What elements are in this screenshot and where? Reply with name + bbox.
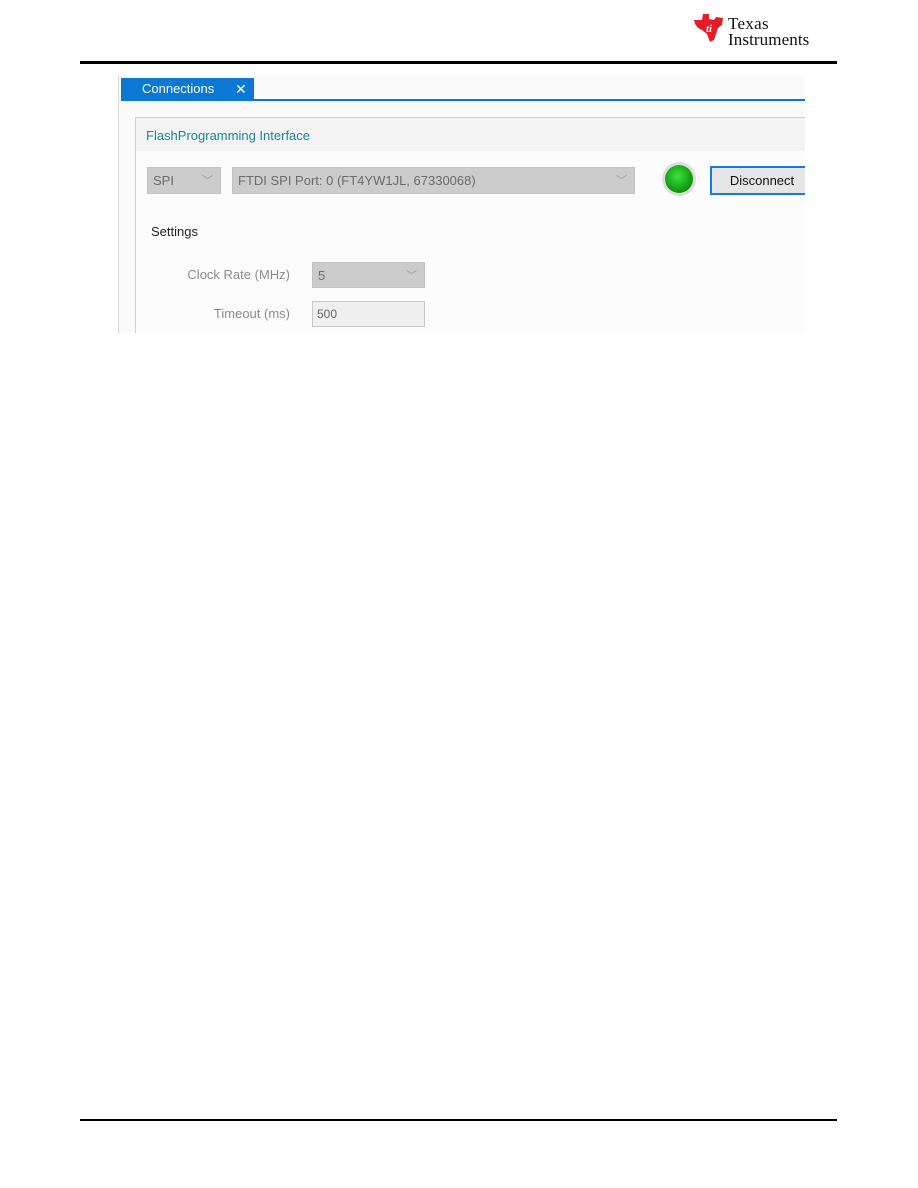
document-page: ti Texas Instruments Connections ✕ Flash… (0, 0, 918, 1188)
ti-logo: ti Texas Instruments (692, 8, 842, 49)
clock-rate-label: Clock Rate (MHz) (187, 267, 290, 282)
connection-status-led (665, 165, 693, 193)
logo-text-instruments: Instruments (728, 30, 810, 49)
chevron-down-icon: ﹀ (406, 270, 417, 282)
svg-text:ti: ti (706, 23, 713, 35)
timeout-input[interactable]: 500 (312, 301, 425, 327)
tab-label: Connections (142, 81, 215, 96)
flash-programming-group: FlashProgramming Interface SPI ﹀ FTDI SP… (135, 117, 805, 333)
footer-rule (80, 1119, 837, 1121)
group-title: FlashProgramming Interface (136, 118, 805, 151)
clock-rate-select[interactable]: 5 ﹀ (312, 262, 425, 288)
port-select-value: FTDI SPI Port: 0 (FT4YW1JL, 67330068) (238, 173, 476, 188)
port-select[interactable]: FTDI SPI Port: 0 (FT4YW1JL, 67330068) ﹀ (232, 167, 635, 194)
chevron-down-icon: ﹀ (616, 175, 627, 187)
clock-rate-value: 5 (318, 268, 326, 283)
close-icon[interactable]: ✕ (235, 78, 247, 100)
header-rule (80, 61, 837, 64)
timeout-label: Timeout (ms) (213, 306, 290, 321)
settings-heading: Settings (151, 224, 198, 239)
interface-select-value: SPI (153, 173, 174, 188)
ti-logo-icon: ti (694, 14, 723, 42)
chevron-down-icon: ﹀ (202, 175, 213, 187)
disconnect-button[interactable]: Disconnect (710, 166, 805, 195)
tab-connections[interactable]: Connections ✕ (121, 78, 254, 100)
tab-underline (121, 99, 805, 101)
connections-window-screenshot: Connections ✕ FlashProgramming Interface… (118, 76, 805, 333)
interface-select[interactable]: SPI ﹀ (147, 167, 221, 194)
